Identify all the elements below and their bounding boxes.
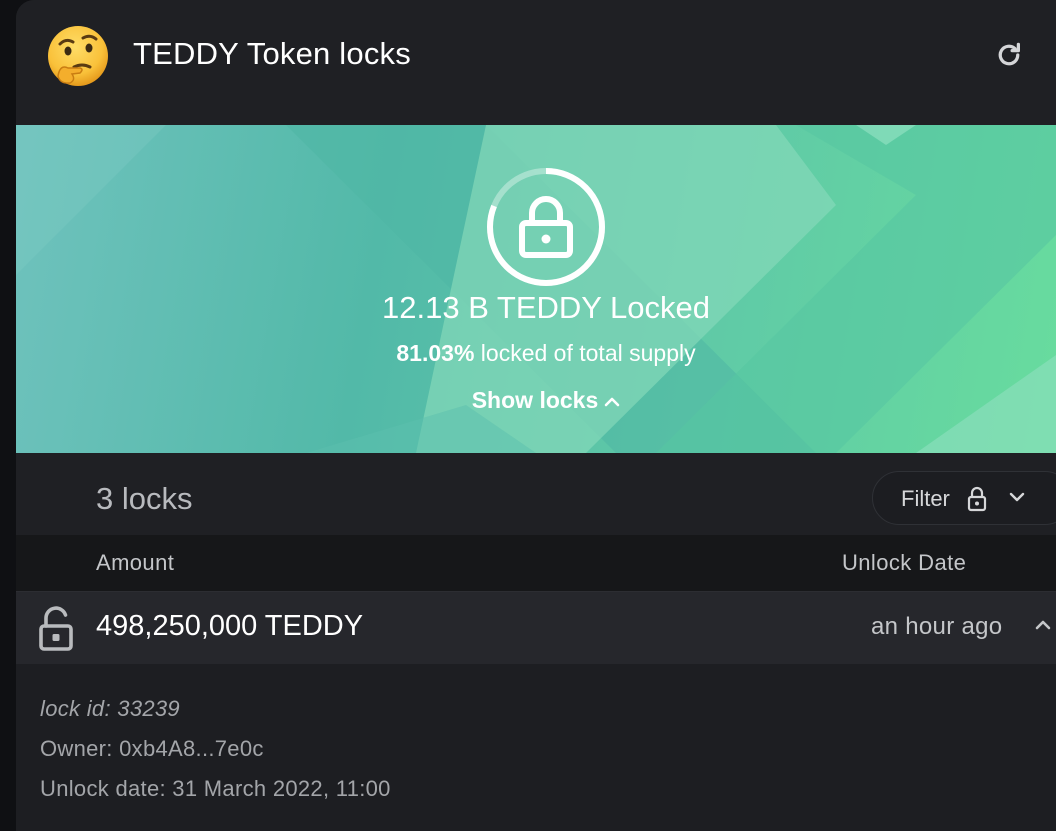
lock-owner[interactable]: Owner: 0xb4A8...7e0c	[40, 736, 264, 762]
locked-amount: 12.13 B TEDDY Locked	[382, 290, 710, 325]
locked-percent-suffix: locked of total supply	[474, 340, 696, 366]
token-locks-card: TEDDY Token locks 12.13 B TEDDY Locked 8…	[16, 0, 1056, 831]
filter-button[interactable]: Filter	[872, 471, 1056, 525]
table-row[interactable]: 498,250,000 TEDDY an hour ago	[16, 591, 1056, 664]
column-header-amount: Amount	[96, 550, 175, 575]
lock-icon	[967, 486, 987, 512]
locked-summary-banner: 12.13 B TEDDY Locked 81.03% locked of to…	[16, 125, 1056, 453]
locked-percent: 81.03%	[396, 340, 475, 366]
table-header: Amount Unlock Date	[16, 535, 1056, 591]
lock-progress-ring	[487, 168, 605, 286]
chevron-up-icon	[604, 397, 620, 407]
filter-label: Filter	[901, 486, 950, 511]
locks-count: 3 locks	[96, 481, 193, 516]
locks-toolbar: 3 locks Filter	[16, 453, 1056, 535]
lock-id: lock id: 33239	[40, 696, 180, 721]
padlock-icon	[519, 196, 573, 258]
refresh-icon[interactable]	[994, 40, 1024, 70]
page-title: TEDDY Token locks	[133, 36, 411, 71]
unlocked-padlock-icon	[39, 606, 73, 651]
show-locks-toggle[interactable]: Show locks	[456, 387, 636, 414]
lock-amount: 498,250,000 TEDDY	[96, 610, 364, 642]
chevron-up-icon	[1035, 620, 1051, 630]
lock-details-panel: lock id: 33239 Owner: 0xb4A8...7e0c Unlo…	[16, 664, 1056, 831]
column-header-unlock-date: Unlock Date	[842, 550, 967, 575]
show-locks-label: Show locks	[471, 387, 599, 413]
unlock-relative-time: an hour ago	[871, 613, 1003, 640]
lock-unlock-date: Unlock date: 31 March 2022, 11:00	[40, 776, 391, 801]
card-header: TEDDY Token locks	[16, 0, 1056, 125]
chevron-down-icon	[1009, 492, 1025, 502]
thinking-face-emoji-icon	[48, 26, 108, 86]
locked-percent-text: 81.03% locked of total supply	[16, 340, 1056, 367]
